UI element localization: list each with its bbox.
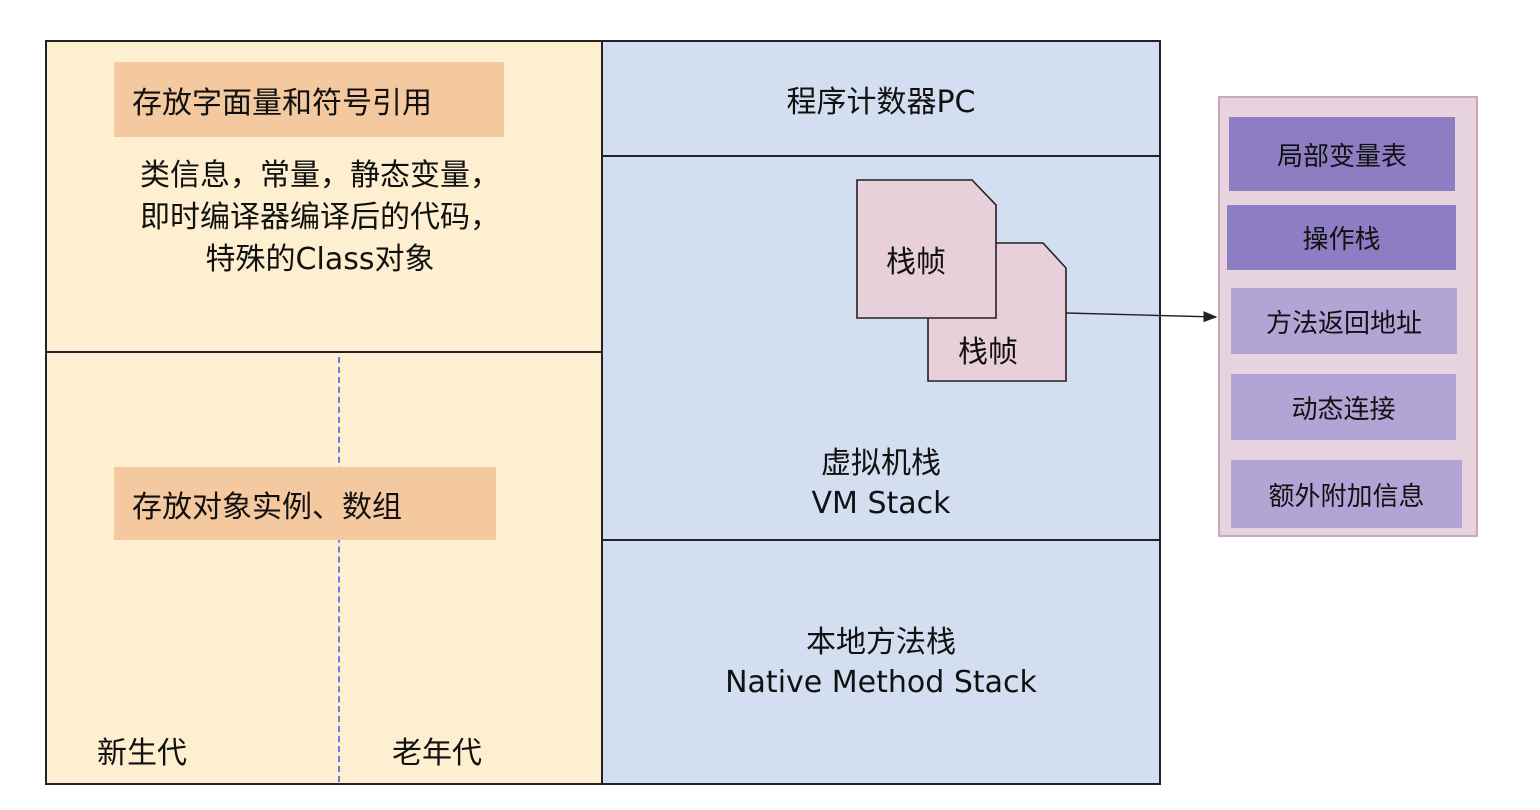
young-generation-label: 新生代 <box>97 736 187 771</box>
frame-detail-operand-stack: 操作栈 <box>1227 205 1456 270</box>
method-area-highlight-label: 存放字面量和符号引用 <box>114 62 504 137</box>
old-generation-label: 老年代 <box>392 736 482 771</box>
native-method-stack-title-en: Native Method Stack <box>725 665 1037 700</box>
method-area-description-line-3: 特殊的Class对象 <box>205 242 435 277</box>
method-area-description: 类信息，常量，静态变量， 即时编译器编译后的代码， 特殊的Class对象 <box>60 155 580 281</box>
method-area-description-line-1: 类信息，常量，静态变量， <box>140 158 500 193</box>
native-method-stack-title: 本地方法栈 Native Method Stack <box>601 623 1161 703</box>
native-method-stack-title-cn: 本地方法栈 <box>806 625 956 660</box>
method-area-description-line-2: 即时编译器编译后的代码， <box>140 200 500 235</box>
heap-area <box>45 351 603 785</box>
program-counter-label: 程序计数器PC <box>786 84 976 120</box>
vm-stack-title: 虚拟机栈 VM Stack <box>601 444 1161 524</box>
generation-divider <box>338 357 340 782</box>
frame-detail-return-address: 方法返回地址 <box>1231 288 1457 354</box>
frame-detail-additional-info: 额外附加信息 <box>1231 460 1462 528</box>
stack-frame-front-label: 栈帧 <box>886 245 946 280</box>
program-counter-area: 程序计数器PC <box>601 40 1161 157</box>
vm-stack-title-cn: 虚拟机栈 <box>821 446 941 481</box>
vm-stack-title-en: VM Stack <box>811 486 951 521</box>
frame-detail-local-variables: 局部变量表 <box>1229 117 1455 191</box>
stack-frame-back-label: 栈帧 <box>958 335 1018 370</box>
heap-highlight-label: 存放对象实例、数组 <box>114 467 496 540</box>
frame-detail-dynamic-linking: 动态连接 <box>1231 374 1456 440</box>
